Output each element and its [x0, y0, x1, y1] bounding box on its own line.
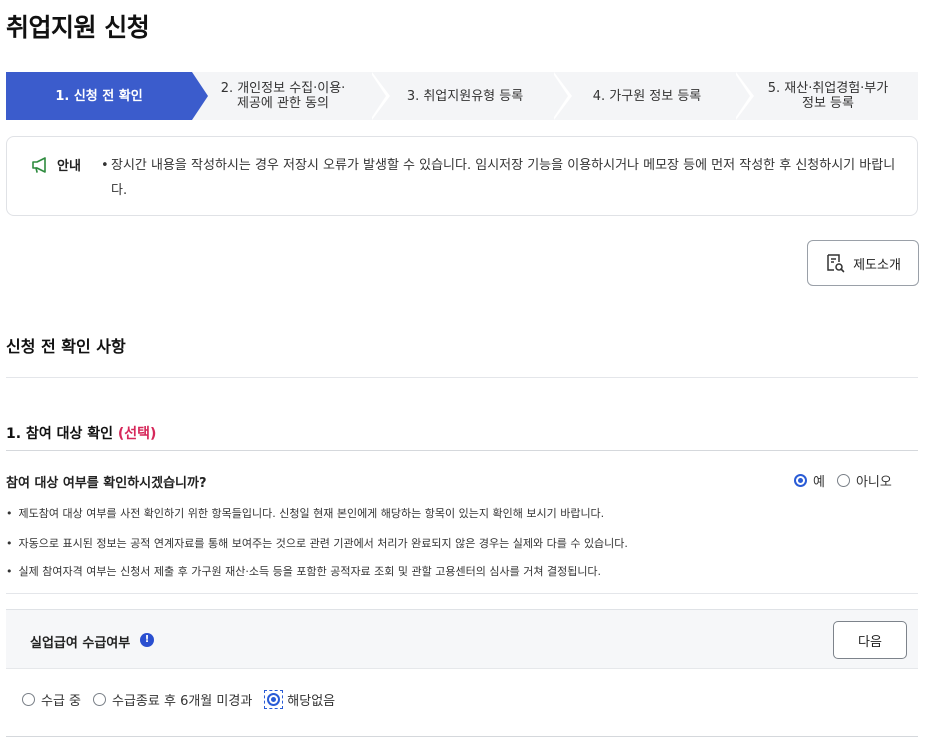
notice-bullet: • [101, 158, 109, 173]
step-1-label: 1. 신청 전 확인 [55, 88, 143, 104]
step-3: 3. 취업지원유형 등록 [374, 72, 556, 120]
benefit-title: 실업급여 수급여부 [30, 636, 131, 651]
step-3-label: 3. 취업지원유형 등록 [406, 88, 524, 104]
program-intro-label: 제도소개 [853, 257, 901, 273]
radio-receiving[interactable] [22, 693, 35, 706]
step-5-label-line1: 5. 재산·취업경험·부가 [767, 81, 889, 96]
notice-label: 안내 [57, 159, 81, 174]
step-5-label-line2: 정보 등록 [802, 96, 854, 111]
radio-no-label[interactable]: 아니오 [856, 471, 892, 490]
info-icon[interactable]: ! [140, 633, 154, 647]
bottom-divider [6, 736, 918, 737]
radio-ended-under-6months-label[interactable]: 수급종료 후 6개월 미경과 [112, 690, 252, 709]
participation-divider [6, 450, 918, 451]
progress-stepper: 1. 신청 전 확인 2. 개인정보 수집·이용· 제공에 관한 동의 3. 취… [6, 72, 918, 120]
section-title: 신청 전 확인 사항 [6, 337, 126, 356]
info-note-3: • 실제 참여자격 여부는 신청서 제출 후 가구원 재산·소득 등을 포함한 공… [6, 565, 602, 578]
page-title: 취업지원 신청 [6, 13, 150, 42]
step-4: 4. 가구원 정보 등록 [556, 72, 738, 120]
info-note-2: • 자동으로 표시된 정보는 공적 연계자료를 통해 보여주는 것으로 관련 기관… [6, 537, 628, 550]
step-1-chevron [192, 72, 208, 120]
benefit-panel-header: 실업급여 수급여부 ! 다음 [6, 609, 918, 669]
step-1: 1. 신청 전 확인 [6, 72, 192, 120]
participation-radio-group: 예 아니오 [794, 471, 904, 490]
megaphone-icon [32, 156, 46, 173]
step-5: 5. 재산·취업경험·부가 정보 등록 [738, 72, 918, 120]
focus-ring [264, 690, 284, 709]
step-2-label-line1: 2. 개인정보 수집·이용· [220, 81, 346, 96]
section-divider [6, 377, 918, 378]
benefit-radio-group: 수급 중 수급종료 후 6개월 미경과 해당없음 [22, 690, 347, 709]
notes-divider [6, 593, 918, 594]
notice-box: 안내 • 장시간 내용을 작성하시는 경우 저장시 오류가 발생할 수 있습니다… [6, 136, 918, 216]
radio-yes[interactable] [794, 474, 807, 487]
step-2: 2. 개인정보 수집·이용· 제공에 관한 동의 [192, 72, 374, 120]
radio-yes-label[interactable]: 예 [813, 471, 825, 490]
optional-badge: (선택) [117, 426, 157, 442]
next-button[interactable]: 다음 [833, 621, 907, 659]
step-2-label-line2: 제공에 관한 동의 [237, 96, 329, 111]
info-note-1: • 제도참여 대상 여부를 사전 확인하기 위한 항목들입니다. 신청일 현재 본… [6, 507, 605, 520]
step-4-label: 4. 가구원 정보 등록 [592, 88, 702, 104]
radio-ended-under-6months[interactable] [93, 693, 107, 706]
radio-not-applicable-label[interactable]: 해당없음 [287, 690, 335, 709]
radio-no[interactable] [836, 474, 850, 487]
radio-not-applicable[interactable] [267, 693, 281, 706]
program-intro-button[interactable]: 제도소개 [807, 240, 919, 286]
participation-question: 참여 대상 여부를 확인하시겠습니까? [6, 476, 207, 491]
radio-receiving-label[interactable]: 수급 중 [41, 690, 81, 709]
notice-text: 장시간 내용을 작성하시는 경우 저장시 오류가 발생할 수 있습니다. 임시저… [111, 158, 896, 198]
participation-title: 1. 참여 대상 확인 (선택) [6, 426, 157, 442]
document-search-icon [827, 254, 845, 273]
